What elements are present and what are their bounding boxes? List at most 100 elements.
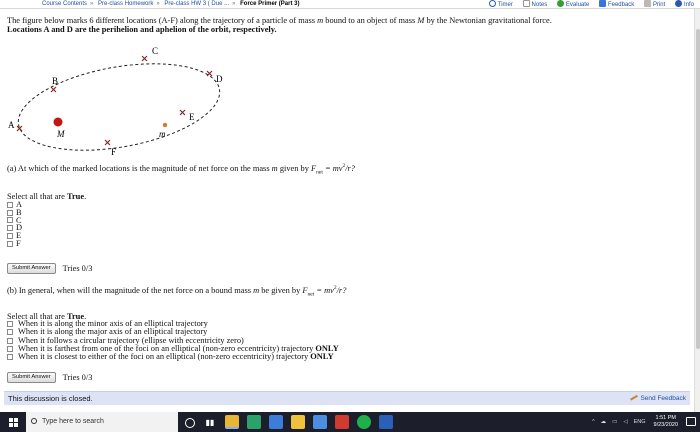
option-f[interactable]: F [7,239,22,248]
print-button[interactable]: Print [643,0,666,9]
print-icon [643,0,651,7]
notes-label: Notes [531,2,548,8]
start-button[interactable] [0,412,26,432]
orbit-path [17,63,221,151]
marker-c [141,55,148,62]
intro-line-2: Locations A and D are the perihelion and… [7,25,277,34]
page-scrollbar[interactable] [694,9,700,412]
chevron-up-icon[interactable]: ^ [592,419,595,425]
file-explorer-icon[interactable] [291,415,305,429]
chrome-icon[interactable] [225,415,239,429]
search-placeholder: Type here to search [42,418,104,425]
edge-icon[interactable] [269,415,283,429]
marker-f [104,139,111,146]
cortana-icon[interactable] [185,418,195,428]
toolbar: Timer Notes Evaluate Feedback Print Info [481,0,694,9]
notes-icon [522,0,530,7]
label-a: A [8,120,15,130]
breadcrumb-current: Force Primer (Part 3) [240,1,300,7]
label-b: B [52,76,58,86]
question-a-options: A B C D E F [7,200,22,248]
breadcrumb-separator: » [232,1,236,7]
whatsapp-icon[interactable] [357,415,371,429]
info-label: Info [683,2,694,8]
info-icon [674,0,682,7]
office-icon[interactable] [335,415,349,429]
feedback-button[interactable]: Feedback [598,0,635,9]
question-a-submit-row: Submit Answer Tries 0/3 [7,263,92,274]
cloud-icon[interactable]: ☁ [601,419,607,425]
timer-icon [488,0,496,7]
central-mass-label: M [56,129,65,139]
label-f: F [111,147,116,157]
app-green-icon[interactable] [247,415,261,429]
pencil-icon [628,391,639,401]
orbiting-mass-label: m [159,129,166,139]
breadcrumb-separator: » [90,1,94,7]
checkbox-c[interactable] [7,217,13,224]
checkbox-circular[interactable] [7,337,13,344]
checkbox-minor-axis[interactable] [7,321,13,328]
timer-button[interactable]: Timer [488,0,513,9]
question-a-text: (a) At which of the marked locations is … [7,163,355,176]
language-indicator[interactable]: ENG [634,419,646,425]
checkbox-b[interactable] [7,209,13,216]
orbiting-mass-dot [162,122,168,128]
breadcrumb-pre-class-homework[interactable]: Pre-class Homework [98,1,153,7]
question-b-text: (b) In general, when will the magnitude … [7,285,347,298]
info-button[interactable]: Info [674,0,694,9]
notes-button[interactable]: Notes [522,0,548,9]
question-b-submit-row: Submit Answer Tries 0/3 [7,372,92,383]
windows-taskbar: Type here to search ▮▮ ^ ☁ ▭ ◁ ENG 1:51 … [0,412,700,432]
marker-d [206,70,213,77]
problem-intro: The figure below marks 6 different locat… [7,16,667,34]
print-label: Print [652,2,666,8]
label-c: C [152,46,158,56]
search-icon [31,418,37,424]
tries-b: Tries 0/3 [62,373,93,382]
checkbox-d[interactable] [7,225,13,232]
task-view-icon[interactable]: ▮▮ [203,415,217,429]
marker-b [50,86,57,93]
submit-answer-b-button[interactable]: Submit Answer [7,372,56,383]
option-closest[interactable]: When it is closest to either of the foci… [7,352,339,361]
checkbox-a[interactable] [7,201,13,208]
breadcrumb: Course Contents» Pre-class Homework» Pre… [42,0,302,8]
label-d: D [216,74,223,84]
taskbar-apps: ▮▮ [185,412,401,432]
problem-content: The figure below marks 6 different locat… [7,16,689,383]
intro-line-1: The figure below marks 6 different locat… [7,16,552,25]
feedback-icon [598,0,606,7]
mail-icon[interactable] [313,415,327,429]
feedback-label: Feedback [607,2,635,8]
checkbox-f[interactable] [7,240,13,247]
central-mass-dot [53,117,63,127]
discussion-bar: This discussion is closed. Send Feedback [4,391,690,405]
network-icon[interactable]: ▭ [612,419,617,425]
checkbox-farthest[interactable] [7,346,13,353]
clock-date: 9/23/2020 [653,422,678,428]
breadcrumb-pre-class-hw3[interactable]: Pre-class HW 3 ( Due ... [164,1,229,7]
evaluate-button[interactable]: Evaluate [556,0,590,9]
notifications-icon[interactable] [686,417,696,426]
checkbox-major-axis[interactable] [7,329,13,336]
evaluate-label: Evaluate [565,2,590,8]
scrollbar-thumb[interactable] [696,29,700,349]
label-e: E [189,112,195,122]
system-tray: ^ ☁ ▭ ◁ ENG 1:51 PM 9/23/2020 [586,412,678,432]
volume-icon[interactable]: ◁ [623,419,627,425]
breadcrumb-course-contents[interactable]: Course Contents [42,1,87,7]
clock-time: 1:51 PM [655,415,676,421]
send-feedback-link[interactable]: Send Feedback [628,391,686,405]
checkbox-closest[interactable] [7,354,13,361]
taskbar-search[interactable]: Type here to search [26,412,178,432]
submit-answer-a-button[interactable]: Submit Answer [7,263,56,274]
top-bar: Course Contents» Pre-class Homework» Pre… [0,0,700,9]
word-icon[interactable] [379,415,393,429]
question-b-options: When it is along the minor axis of an el… [7,319,339,361]
evaluate-icon [556,0,564,7]
orbit-diagram: M m A B C D E F [8,46,223,157]
clock[interactable]: 1:51 PM 9/23/2020 [654,415,678,429]
discussion-status: This discussion is closed. [8,394,93,403]
checkbox-e[interactable] [7,233,13,240]
